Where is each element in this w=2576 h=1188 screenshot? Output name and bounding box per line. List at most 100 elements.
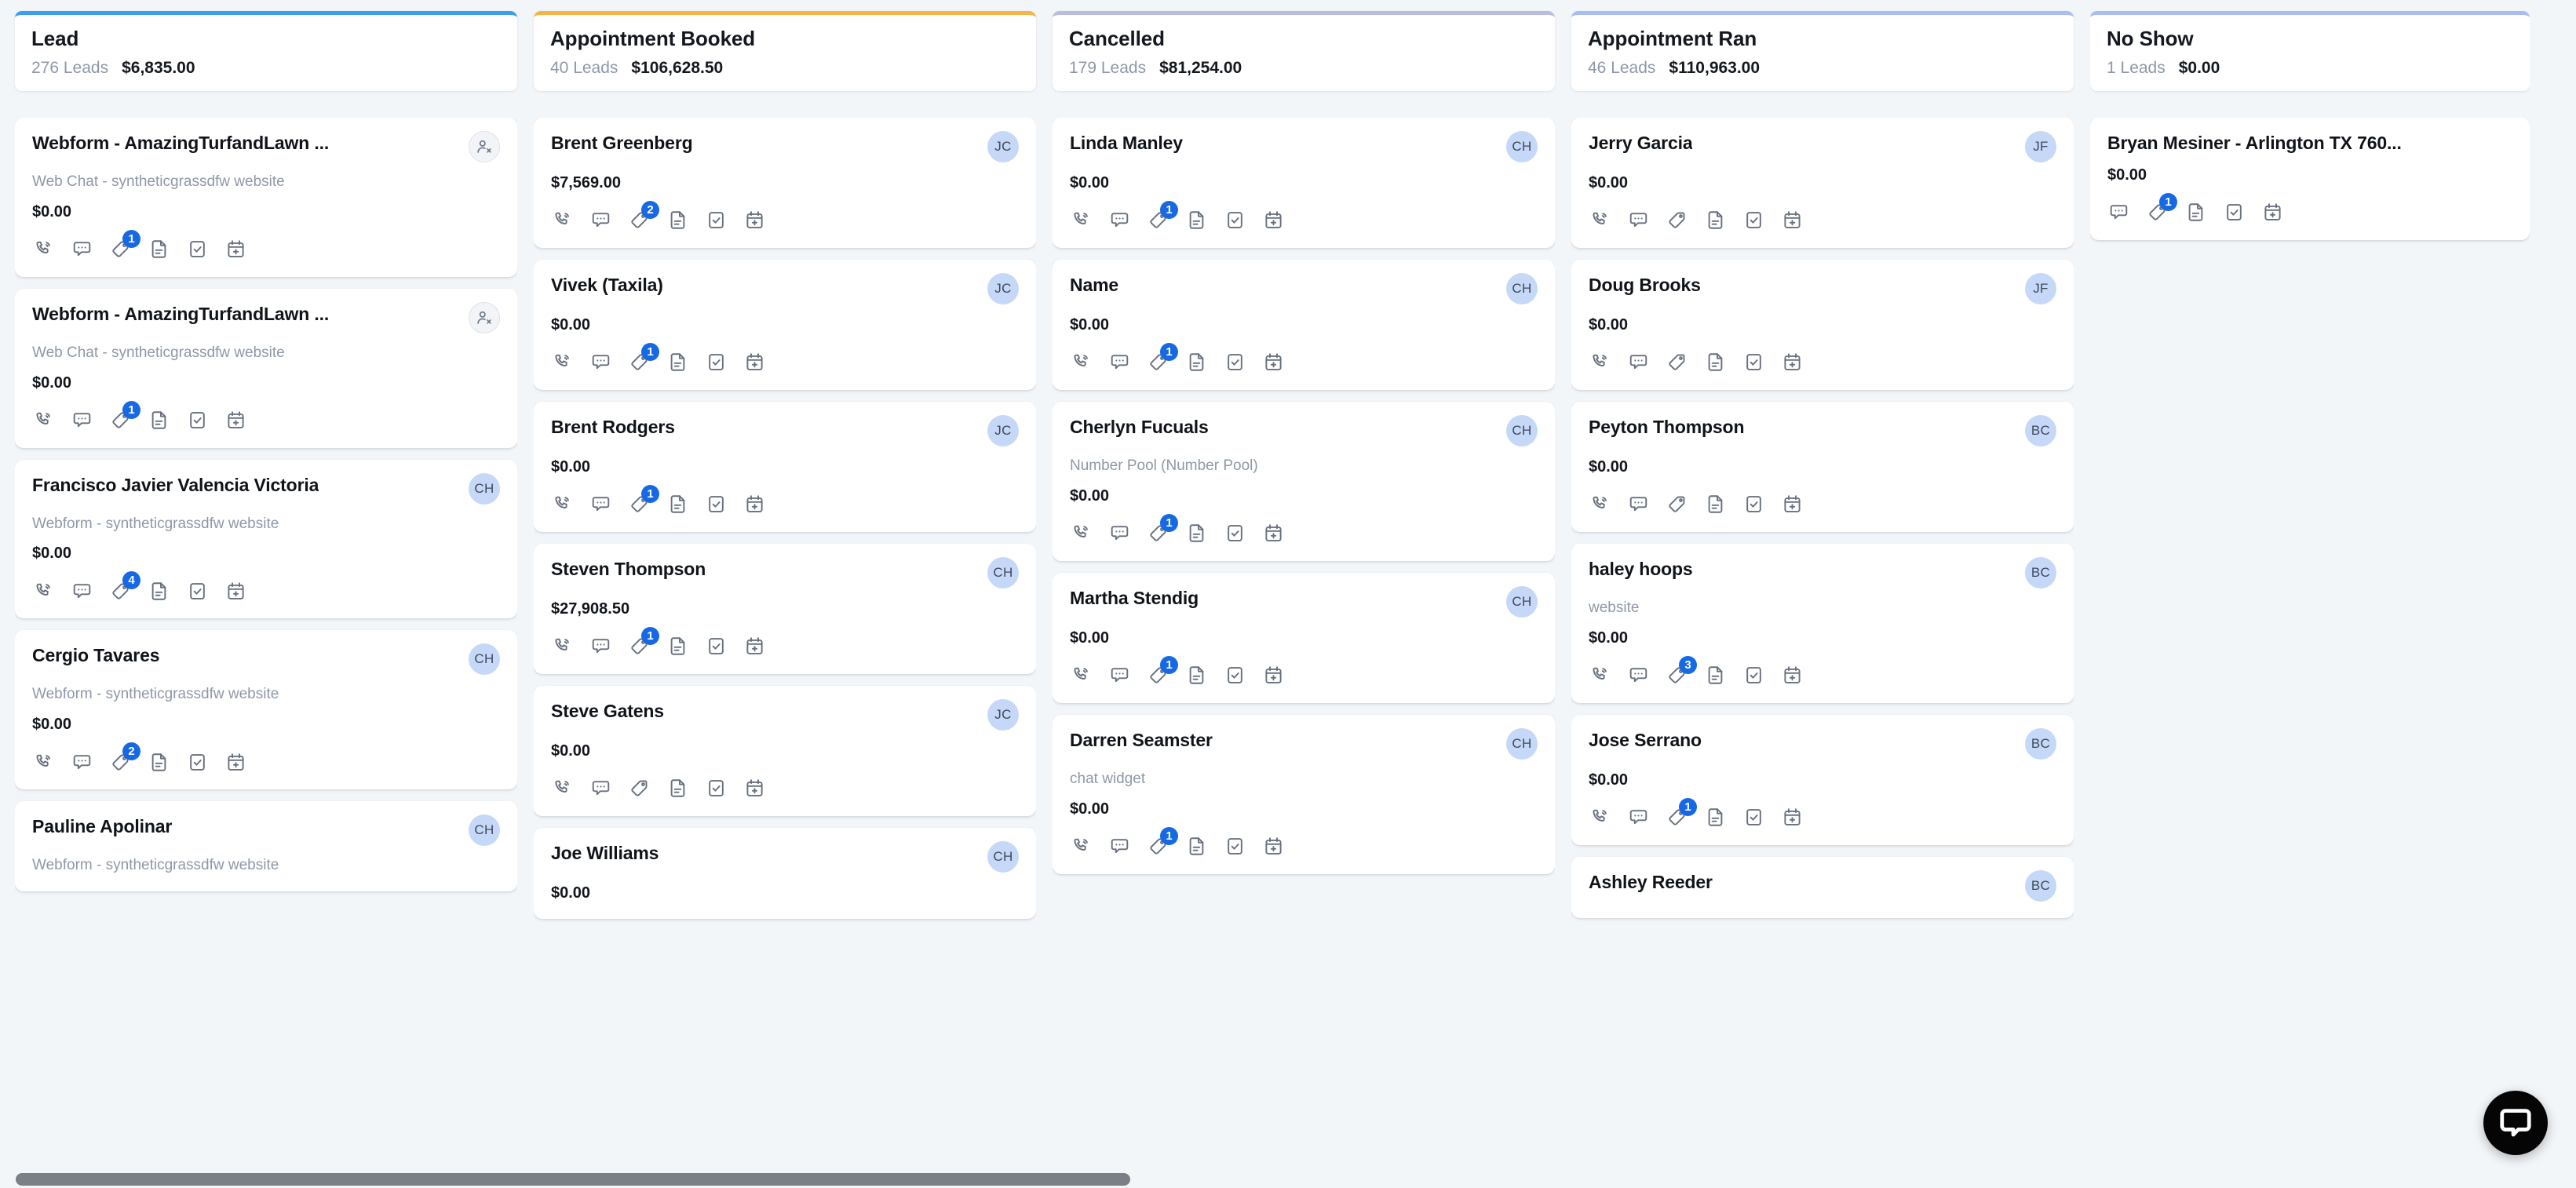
phone-call-icon[interactable]: [32, 580, 54, 602]
phone-call-icon[interactable]: [32, 410, 54, 432]
calendar-add-icon[interactable]: [1262, 210, 1284, 231]
document-icon[interactable]: [1704, 494, 1726, 516]
document-icon[interactable]: [666, 210, 688, 231]
tag-icon[interactable]: 4: [109, 571, 140, 602]
document-icon[interactable]: [148, 751, 170, 773]
calendar-add-icon[interactable]: [743, 210, 765, 231]
chat-bubble-icon[interactable]: [589, 636, 611, 658]
opportunity-card[interactable]: Webform - AmazingTurfandLawn ... Web Chat…: [15, 117, 517, 277]
column-header[interactable]: Lead 276 Leads $6,835.00: [15, 11, 517, 91]
calendar-add-icon[interactable]: [743, 636, 765, 658]
tag-icon[interactable]: 1: [1147, 200, 1178, 231]
task-checkbox-icon[interactable]: [705, 494, 727, 516]
chat-bubble-icon[interactable]: [1108, 352, 1130, 374]
calendar-add-icon[interactable]: [743, 494, 765, 516]
task-checkbox-icon[interactable]: [1224, 836, 1246, 858]
avatar[interactable]: JF: [2025, 130, 2056, 162]
phone-call-icon[interactable]: [32, 239, 54, 261]
chat-bubble-icon[interactable]: [1108, 836, 1130, 858]
chat-bubble-icon[interactable]: [1108, 210, 1130, 231]
opportunity-card[interactable]: haley hoops BC website $0.00 3: [1571, 543, 2074, 703]
chat-bubble-icon[interactable]: [1627, 494, 1649, 516]
avatar[interactable]: JC: [987, 272, 1019, 304]
task-checkbox-icon[interactable]: [186, 580, 208, 602]
chat-bubble-icon[interactable]: [71, 239, 93, 261]
task-checkbox-icon[interactable]: [705, 352, 727, 374]
opportunity-card[interactable]: Bryan Mesiner - Arlington TX 760... $0.00…: [2090, 117, 2530, 240]
document-icon[interactable]: [666, 352, 688, 374]
calendar-add-icon[interactable]: [224, 239, 246, 261]
task-checkbox-icon[interactable]: [186, 410, 208, 432]
task-checkbox-icon[interactable]: [705, 636, 727, 658]
phone-call-icon[interactable]: [1589, 352, 1611, 374]
column-header[interactable]: Appointment Booked 40 Leads $106,628.50: [534, 11, 1036, 91]
tag-icon[interactable]: 1: [628, 626, 659, 658]
avatar[interactable]: BC: [2025, 869, 2056, 902]
chat-bubble-icon[interactable]: [1627, 210, 1649, 231]
task-checkbox-icon[interactable]: [705, 778, 727, 800]
chat-bubble-icon[interactable]: [589, 494, 611, 516]
phone-call-icon[interactable]: [551, 636, 573, 658]
avatar[interactable]: CH: [1506, 272, 1538, 304]
opportunity-card[interactable]: Joe Williams CH $0.00: [534, 827, 1036, 919]
phone-call-icon[interactable]: [551, 494, 573, 516]
document-icon[interactable]: [1704, 210, 1726, 231]
column-header[interactable]: No Show 1 Leads $0.00: [2090, 11, 2530, 91]
task-checkbox-icon[interactable]: [1742, 494, 1764, 516]
phone-call-icon[interactable]: [1070, 523, 1092, 545]
tag-icon[interactable]: 1: [1147, 826, 1178, 858]
opportunity-card[interactable]: Steve Gatens JC $0.00: [534, 685, 1036, 816]
calendar-add-icon[interactable]: [743, 352, 765, 374]
avatar[interactable]: JF: [2025, 272, 2056, 304]
phone-call-icon[interactable]: [551, 210, 573, 231]
chat-bubble-icon[interactable]: [1108, 665, 1130, 687]
opportunity-card[interactable]: Name CH $0.00 1: [1053, 259, 1555, 390]
chat-bubble-icon[interactable]: [589, 778, 611, 800]
document-icon[interactable]: [666, 494, 688, 516]
document-icon[interactable]: [666, 778, 688, 800]
opportunity-card[interactable]: Brent Rodgers JC $0.00 1: [534, 401, 1036, 532]
document-icon[interactable]: [1704, 352, 1726, 374]
document-icon[interactable]: [148, 580, 170, 602]
calendar-add-icon[interactable]: [224, 410, 246, 432]
tag-icon[interactable]: 1: [1147, 655, 1178, 687]
chat-bubble-icon[interactable]: [2107, 202, 2129, 224]
avatar[interactable]: JC: [987, 698, 1019, 731]
calendar-add-icon[interactable]: [1781, 807, 1803, 829]
calendar-add-icon[interactable]: [1781, 210, 1803, 231]
task-checkbox-icon[interactable]: [186, 751, 208, 773]
calendar-add-icon[interactable]: [1262, 665, 1284, 687]
calendar-add-icon[interactable]: [2261, 202, 2283, 224]
phone-call-icon[interactable]: [1589, 665, 1611, 687]
phone-call-icon[interactable]: [551, 352, 573, 374]
opportunity-card[interactable]: Pauline Apolinar CH Webform - syntheticgra…: [15, 801, 517, 891]
tag-icon[interactable]: 1: [1147, 342, 1178, 374]
opportunity-card[interactable]: Doug Brooks JF $0.00: [1571, 259, 2074, 390]
column-header[interactable]: Cancelled 179 Leads $81,254.00: [1053, 11, 1555, 91]
task-checkbox-icon[interactable]: [705, 210, 727, 231]
tag-icon[interactable]: [1666, 352, 1688, 374]
calendar-add-icon[interactable]: [1262, 352, 1284, 374]
document-icon[interactable]: [666, 636, 688, 658]
phone-call-icon[interactable]: [551, 778, 573, 800]
document-icon[interactable]: [1185, 665, 1207, 687]
document-icon[interactable]: [148, 410, 170, 432]
task-checkbox-icon[interactable]: [1742, 665, 1764, 687]
tag-icon[interactable]: 1: [628, 484, 659, 516]
document-icon[interactable]: [148, 239, 170, 261]
chat-bubble-icon[interactable]: [589, 352, 611, 374]
opportunity-card[interactable]: Brent Greenberg JC $7,569.00 2: [534, 117, 1036, 248]
calendar-add-icon[interactable]: [1262, 836, 1284, 858]
task-checkbox-icon[interactable]: [1224, 523, 1246, 545]
task-checkbox-icon[interactable]: [1742, 807, 1764, 829]
calendar-add-icon[interactable]: [1781, 494, 1803, 516]
avatar[interactable]: CH: [987, 556, 1019, 589]
phone-call-icon[interactable]: [32, 751, 54, 773]
phone-call-icon[interactable]: [1070, 836, 1092, 858]
tag-icon[interactable]: 1: [109, 229, 140, 261]
calendar-add-icon[interactable]: [743, 778, 765, 800]
opportunity-card[interactable]: Cergio Tavares CH Webform - syntheticgrass…: [15, 630, 517, 790]
tag-icon[interactable]: [1666, 210, 1688, 231]
user-remove-icon[interactable]: [469, 130, 500, 162]
tag-icon[interactable]: 2: [109, 742, 140, 773]
